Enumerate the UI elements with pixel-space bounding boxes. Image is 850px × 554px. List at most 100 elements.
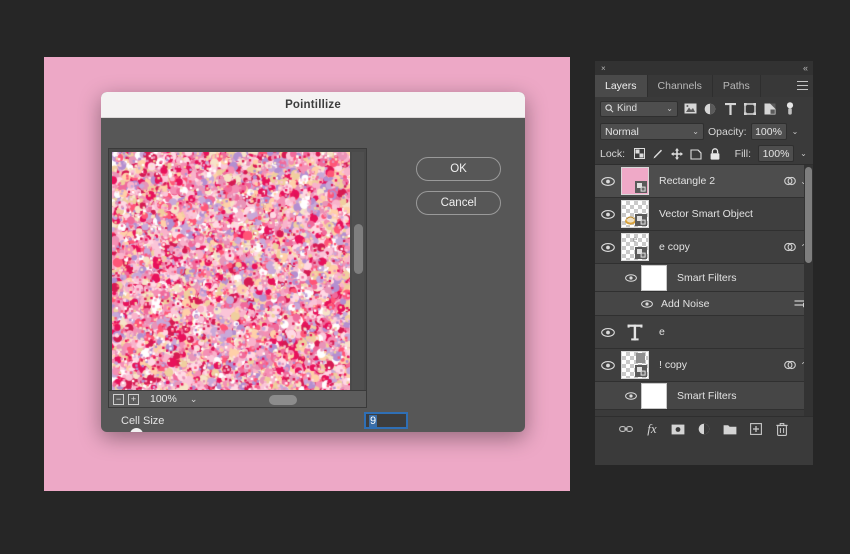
zoom-in-button[interactable]: +	[128, 393, 139, 405]
layer-list-scrollbar-thumb[interactable]	[805, 167, 812, 263]
fill-label: Fill:	[734, 147, 751, 160]
layer-filter-row: Kind ⌄	[595, 97, 813, 120]
ok-button[interactable]: OK	[416, 157, 501, 181]
layer-row-vector-smart-object[interactable]: Vector Smart Object	[595, 198, 813, 231]
dialog-body: − + 100% ⌄ OK Cancel Cell Size 9	[101, 118, 525, 432]
eye-icon[interactable]	[595, 360, 621, 370]
layers-panel: × « Layers Channels Paths Kind ⌄ Normal …	[595, 61, 813, 465]
eye-icon[interactable]	[595, 176, 621, 186]
layer-row-rectangle-2[interactable]: Rectangle 2 ⌄	[595, 165, 813, 198]
cancel-button[interactable]: Cancel	[416, 191, 501, 215]
preview-image[interactable]	[112, 152, 350, 398]
layer-effects-icon[interactable]	[784, 176, 797, 186]
smart-object-badge-icon	[635, 365, 647, 377]
chevron-down-icon[interactable]: ⌄	[666, 104, 673, 113]
add-layer-mask-icon[interactable]	[671, 422, 686, 437]
adjustment-filter-icon[interactable]	[702, 101, 718, 117]
preview-zoom-bar: − + 100% ⌄	[108, 390, 367, 408]
search-icon	[605, 104, 614, 113]
opacity-input[interactable]: 100%	[750, 123, 787, 140]
smart-filters-label: Smart Filters	[677, 389, 737, 402]
new-layer-icon[interactable]	[749, 422, 764, 437]
layer-name: Vector Smart Object	[659, 208, 753, 220]
type-filter-icon[interactable]	[722, 101, 738, 117]
layer-row-e-copy[interactable]: e e copy ⌃	[595, 231, 813, 264]
layer-thumbnail[interactable]	[621, 351, 649, 379]
layer-list-scrollbar-track[interactable]	[804, 165, 813, 416]
smart-filters-row[interactable]: Smart Filters	[595, 382, 813, 410]
chevron-down-icon[interactable]: ⌄	[799, 149, 808, 158]
add-layer-style-icon[interactable]: fx	[645, 421, 660, 437]
layer-name: e	[659, 326, 665, 338]
lock-label: Lock:	[600, 147, 626, 160]
lock-image-pixels-icon[interactable]	[651, 147, 665, 161]
blend-mode-row: Normal ⌄ Opacity: 100% ⌄	[595, 120, 813, 143]
tab-channels[interactable]: Channels	[648, 75, 713, 97]
layers-panel-toolbar: fx	[595, 416, 813, 441]
lock-transparent-pixels-icon[interactable]	[632, 147, 646, 161]
type-layer-thumbnail[interactable]	[621, 318, 649, 346]
smart-filters-label: Smart Filters	[677, 271, 737, 284]
eye-icon[interactable]	[621, 273, 641, 282]
tab-layers[interactable]: Layers	[595, 75, 648, 97]
close-icon[interactable]: ×	[601, 64, 606, 73]
toggle-filters-icon[interactable]	[782, 101, 798, 117]
preview-scrollbar-thumb[interactable]	[354, 224, 363, 274]
eye-icon[interactable]	[637, 299, 657, 308]
lock-all-icon[interactable]	[708, 147, 722, 161]
layer-name: ! copy	[659, 359, 688, 371]
eye-icon[interactable]	[595, 242, 621, 252]
link-layers-icon[interactable]	[619, 422, 634, 437]
zoom-out-button[interactable]: −	[113, 393, 124, 405]
layer-thumbnail[interactable]: e	[621, 233, 649, 261]
cell-size-value: 9	[369, 414, 378, 427]
filter-preview[interactable]	[108, 148, 367, 400]
smart-filter-mask-thumbnail[interactable]	[641, 264, 667, 291]
layer-row-e[interactable]: e	[595, 316, 813, 349]
chevron-down-icon[interactable]: ⌄	[692, 127, 699, 136]
layer-name: Rectangle 2	[659, 175, 716, 187]
shape-filter-icon[interactable]	[742, 101, 758, 117]
pointillize-dialog: Pointillize − + 100% ⌄ OK Cancel Cell Si…	[101, 92, 525, 432]
panel-menu-icon[interactable]	[797, 81, 808, 90]
new-adjustment-layer-icon[interactable]	[697, 422, 712, 437]
chevron-down-icon[interactable]: ⌄	[791, 127, 800, 136]
image-filter-icon[interactable]	[682, 101, 698, 117]
smart-filters-row[interactable]: Smart Filters	[595, 264, 813, 292]
layer-thumbnail[interactable]	[621, 200, 649, 228]
layer-row-bang-copy[interactable]: ! copy ⌃	[595, 349, 813, 382]
tab-paths[interactable]: Paths	[713, 75, 761, 97]
lock-position-icon[interactable]	[670, 147, 684, 161]
cell-size-slider-handle[interactable]	[129, 428, 143, 432]
lock-artboard-nesting-icon[interactable]	[689, 147, 703, 161]
new-group-icon[interactable]	[723, 422, 738, 437]
smartobject-filter-icon[interactable]	[762, 101, 778, 117]
filter-row-add-noise[interactable]: Add Noise	[595, 292, 813, 316]
blend-mode-select[interactable]: Normal ⌄	[600, 123, 704, 140]
layer-effects-icon[interactable]	[784, 360, 797, 370]
eye-icon[interactable]	[595, 327, 621, 337]
cell-size-input[interactable]: 9	[364, 412, 408, 429]
cell-size-label: Cell Size	[121, 415, 165, 427]
layer-thumbnail[interactable]	[621, 167, 649, 195]
collapse-panel-icon[interactable]: «	[803, 63, 808, 73]
filter-kind-select[interactable]: Kind ⌄	[600, 100, 678, 117]
panel-titlebar: × «	[595, 61, 813, 75]
layer-list[interactable]: Rectangle 2 ⌄	[595, 165, 813, 416]
delete-layer-icon[interactable]	[775, 422, 790, 437]
smart-filter-mask-thumbnail[interactable]	[641, 382, 667, 409]
thumbnail-letter: e	[633, 234, 637, 244]
zoom-level-value: 100%	[150, 393, 177, 405]
eye-icon[interactable]	[595, 209, 621, 219]
chevron-down-icon[interactable]: ⌄	[190, 394, 198, 405]
blend-mode-value: Normal	[605, 125, 639, 138]
pointillize-preview-canvas[interactable]	[112, 152, 350, 398]
layer-name: e copy	[659, 241, 690, 253]
preview-scrollbar-track[interactable]	[352, 152, 364, 398]
eye-icon[interactable]	[621, 391, 641, 400]
smart-object-badge-icon	[635, 181, 647, 193]
preview-grabber-handle[interactable]	[269, 395, 297, 405]
fill-input[interactable]: 100%	[758, 145, 794, 162]
opacity-label: Opacity:	[708, 125, 747, 138]
layer-effects-icon[interactable]	[784, 242, 797, 252]
